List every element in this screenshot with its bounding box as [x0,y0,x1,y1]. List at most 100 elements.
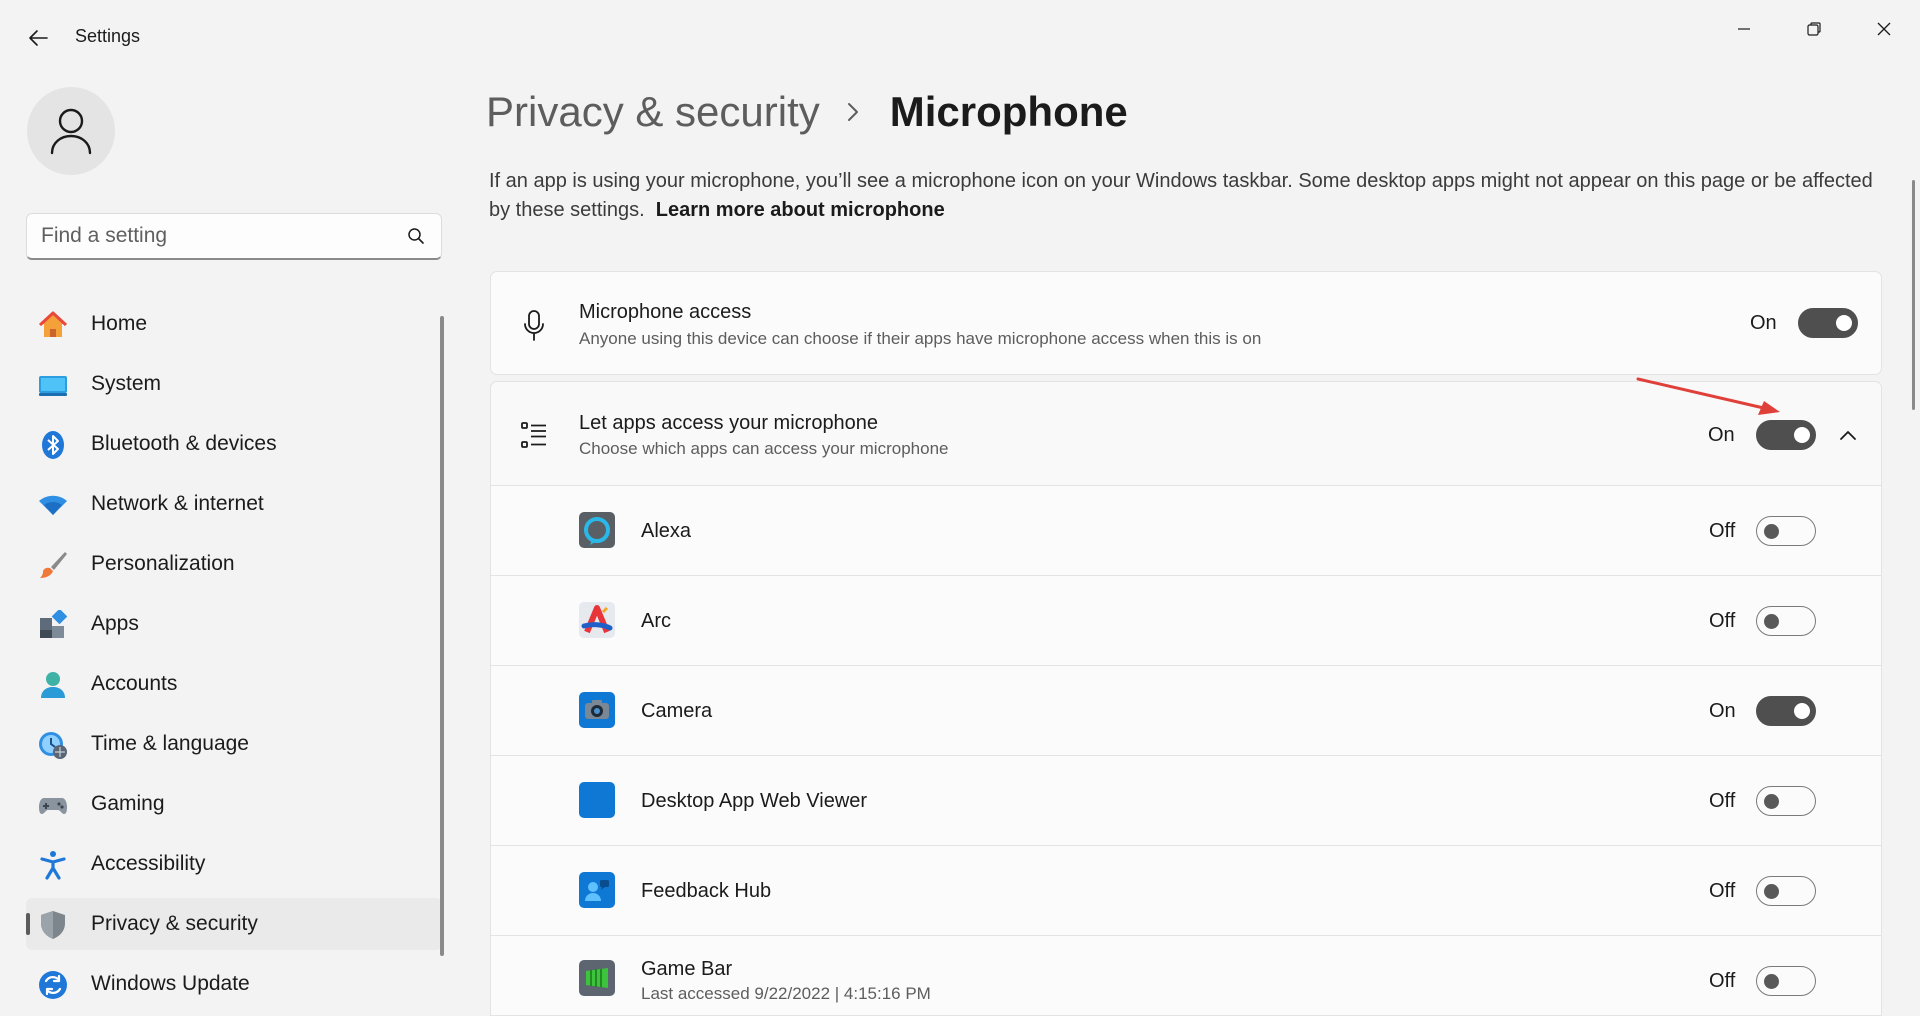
let-apps-access-subtitle: Choose which apps can access your microp… [579,439,949,458]
home-icon [38,310,68,340]
page-title: Microphone [889,88,1128,135]
let-apps-access-title: Let apps access your microphone [579,412,879,434]
sidebar-item-accounts[interactable]: Accounts [26,658,442,710]
camera-icon [579,692,615,728]
clock-globe-icon [38,730,68,760]
microphone-access-title: Microphone access [579,301,752,323]
app-last-accessed: Last accessed 9/22/2022 | 4:15:16 PM [641,984,931,1003]
accounts-icon [38,670,68,700]
app-name: Game Bar [641,958,733,980]
page-description: If an app is using your microphone, you’… [489,167,1879,225]
back-button[interactable] [24,24,52,52]
sidebar-item-system[interactable]: System [26,358,442,410]
chevron-up-icon[interactable] [1837,424,1859,446]
app-name: Alexa [641,520,692,542]
app-row-game-bar: Game Bar Last accessed 9/22/2022 | 4:15:… [490,936,1882,1016]
apps-icon [38,610,68,640]
sidebar-item-apps[interactable]: Apps [26,598,442,650]
sidebar-item-label: Gaming [91,792,165,815]
microphone-access-subtitle: Anyone using this device can choose if t… [579,329,1262,348]
sidebar-item-home[interactable]: Home [26,298,442,350]
app-row-camera: Camera On [490,666,1882,756]
sidebar-item-windows-update[interactable]: Windows Update [26,958,442,1010]
search-input[interactable] [41,214,401,258]
learn-more-link[interactable]: Learn more about microphone [656,199,945,221]
sidebar-item-label: Accessibility [91,852,206,875]
app-state: Off [1709,970,1736,992]
avatar[interactable] [27,87,115,175]
app-row-feedback-hub: Feedback Hub Off [490,846,1882,936]
app-state: Off [1709,520,1736,542]
app-toggle-arc[interactable] [1756,606,1816,636]
sidebar-item-label: Apps [91,612,139,635]
back-arrow-icon [29,30,48,46]
microphone-access-toggle[interactable] [1798,308,1858,338]
app-state: Off [1709,610,1736,632]
sidebar-item-personalization[interactable]: Personalization [26,538,442,590]
app-name: Desktop App Web Viewer [641,790,868,812]
minimize-icon [1738,28,1750,30]
sidebar-item-label: Home [91,312,148,335]
close-button[interactable] [1861,14,1907,44]
toggle-knob [1764,523,1779,539]
sidebar-item-privacy-security[interactable]: Privacy & security [26,898,442,950]
app-toggle-camera[interactable] [1756,696,1816,726]
let-apps-access-toggle[interactable] [1756,420,1816,450]
toggle-knob [1764,883,1779,899]
webviewer-icon [579,782,615,818]
title-bar: Settings [0,0,1920,72]
sidebar-item-bluetooth[interactable]: Bluetooth & devices [26,418,442,470]
sidebar-scrollbar[interactable] [440,316,444,956]
sidebar-item-label: Network & internet [91,492,264,515]
update-icon [38,970,68,1000]
gamepad-icon [38,790,68,820]
search-icon[interactable] [407,227,425,250]
sidebar-item-network[interactable]: Network & internet [26,478,442,530]
feedback-hub-icon [579,872,615,908]
arc-icon [579,602,615,638]
bluetooth-icon [38,430,68,460]
system-icon [38,370,68,400]
accessibility-icon [38,850,68,880]
app-toggle-desktop-app-web-viewer[interactable] [1756,786,1816,816]
wifi-icon [38,490,68,520]
sidebar-item-label: Windows Update [91,972,250,995]
alexa-icon [579,512,615,548]
shield-icon [38,910,68,940]
toggle-knob [1794,427,1810,443]
let-apps-access-state: On [1708,424,1735,446]
breadcrumb-parent[interactable]: Privacy & security [486,88,820,136]
app-state: On [1709,700,1736,722]
sidebar-item-label: Personalization [91,552,235,575]
toggle-knob [1764,973,1779,989]
toggle-knob [1836,315,1852,331]
app-toggle-feedback-hub[interactable] [1756,876,1816,906]
app-row-desktop-app-web-viewer: Desktop App Web Viewer Off [490,756,1882,846]
search-box[interactable] [26,213,442,260]
sidebar-item-label: System [91,372,162,395]
microphone-access-state: On [1750,312,1777,334]
app-name: Feedback Hub [641,880,772,902]
chevron-right-icon [846,102,860,122]
minimize-button[interactable] [1721,14,1767,44]
microphone-access-card: Microphone access Anyone using this devi… [490,271,1882,375]
sidebar-item-label: Privacy & security [91,912,258,935]
list-icon [519,420,549,450]
app-state: Off [1709,880,1736,902]
toggle-knob [1764,613,1779,629]
app-toggle-game-bar[interactable] [1756,966,1816,996]
brush-icon [38,550,68,580]
sidebar-item-time-language[interactable]: Time & language [26,718,442,770]
restore-icon [1807,22,1821,36]
app-toggle-alexa[interactable] [1756,516,1816,546]
sidebar-item-accessibility[interactable]: Accessibility [26,838,442,890]
sidebar-item-gaming[interactable]: Gaming [26,778,442,830]
restore-button[interactable] [1791,14,1837,44]
main-scrollbar[interactable] [1912,180,1915,410]
let-apps-access-card[interactable]: Let apps access your microphone Choose w… [490,381,1882,486]
game-bar-icon [579,960,615,996]
breadcrumb: Privacy & security Microphone [486,88,1128,136]
app-name: Camera [641,700,713,722]
app-row-arc: Arc Off [490,576,1882,666]
app-name: Arc [641,610,671,632]
